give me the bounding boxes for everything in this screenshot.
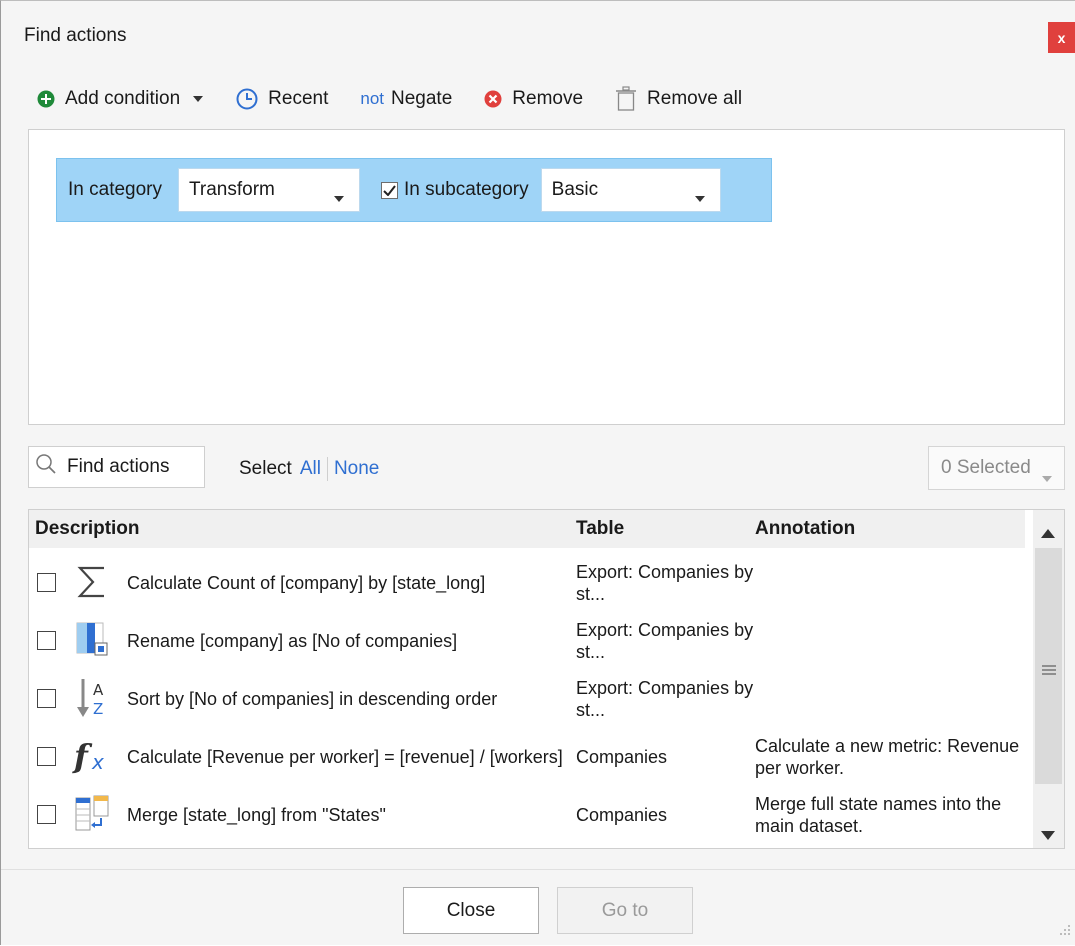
scroll-thumb[interactable] (1035, 548, 1062, 784)
recent-label: Recent (268, 88, 329, 109)
recent-button[interactable]: Recent (236, 88, 328, 110)
dialog-footer: Close Go to (1, 869, 1075, 946)
chevron-down-icon (1042, 466, 1052, 488)
row-description: Calculate Count of [company] by [state_l… (127, 573, 486, 593)
scroll-down-arrow-icon[interactable] (1041, 824, 1055, 846)
table-row[interactable]: Calculate Count of [company] by [state_l… (29, 554, 1033, 612)
row-description: Rename [company] as [No of companies] (127, 631, 458, 651)
add-condition-label: Add condition (65, 88, 181, 109)
row-description: Calculate [Revenue per worker] = [revenu… (127, 747, 563, 767)
table-row[interactable]: Rename [company] as [No of companies] Ex… (29, 612, 1033, 670)
chevron-down-icon (333, 187, 345, 209)
plus-circle-icon (37, 90, 55, 108)
row-checkbox[interactable] (37, 573, 56, 592)
select-none-link[interactable]: None (334, 458, 379, 480)
add-condition-button[interactable]: Add condition (37, 88, 204, 110)
selected-count: 0 Selected (941, 457, 1031, 478)
column-description[interactable]: Description (35, 518, 140, 540)
negate-button[interactable]: not Negate (360, 88, 452, 110)
category-label: In category (68, 179, 162, 200)
remove-all-label: Remove all (647, 88, 743, 109)
trash-icon (615, 86, 637, 112)
row-checkbox[interactable] (37, 631, 56, 650)
svg-text:x: x (91, 750, 104, 774)
row-description: Sort by [No of companies] in descending … (127, 689, 498, 709)
grip-icon (1042, 660, 1056, 682)
negate-label: Negate (391, 88, 453, 109)
column-annotation[interactable]: Annotation (755, 518, 855, 540)
grid-rows: Calculate Count of [company] by [state_l… (29, 554, 1033, 844)
remove-label: Remove (512, 88, 584, 109)
row-table: Companies (576, 805, 668, 825)
sort-az-icon: AZ (67, 676, 117, 720)
row-annotation: Merge full state names into the main dat… (755, 794, 1002, 836)
separator (326, 457, 328, 481)
subcategory-value: Basic (551, 179, 599, 200)
remove-circle-icon (484, 90, 502, 108)
not-prefix: not (360, 89, 384, 108)
subcategory-toggle[interactable]: In subcategory (381, 179, 529, 201)
function-icon: fx (67, 734, 117, 778)
row-annotation (755, 612, 1035, 670)
svg-text:f: f (72, 737, 93, 775)
remove-button[interactable]: Remove (484, 88, 583, 110)
table-row[interactable]: fx Calculate [Revenue per worker] = [rev… (29, 728, 1033, 786)
category-dropdown[interactable]: Transform (178, 168, 360, 212)
selected-count-dropdown[interactable]: 0 Selected (928, 446, 1065, 490)
category-value: Transform (189, 179, 275, 200)
scroll-up-arrow-icon[interactable] (1041, 522, 1055, 544)
row-annotation (755, 554, 1035, 612)
row-table: Export: Companies by st... (576, 562, 754, 604)
close-button[interactable]: Close (403, 887, 539, 934)
go-to-button[interactable]: Go to (557, 887, 693, 934)
condition-row[interactable]: In category Transform In subcategory Bas… (56, 158, 772, 222)
table-row[interactable]: Merge [state_long] from "States" Compani… (29, 786, 1033, 844)
sigma-icon (67, 560, 117, 604)
row-checkbox[interactable] (37, 689, 56, 708)
select-label: Select (239, 458, 292, 479)
subcategory-label: In subcategory (404, 179, 529, 200)
search-icon (35, 453, 57, 481)
close-window-button[interactable]: x (1048, 22, 1075, 53)
row-table: Export: Companies by st... (576, 620, 754, 662)
search-row: Find actions Select All None 0 Selected (28, 446, 1065, 490)
row-annotation (755, 670, 1035, 728)
find-actions-dialog: Find actions x Add condition Recent not … (0, 0, 1075, 945)
select-all-link[interactable]: All (300, 458, 321, 480)
conditions-panel: In category Transform In subcategory Bas… (28, 129, 1065, 425)
row-table: Companies (576, 747, 668, 767)
find-actions-label: Find actions (67, 456, 170, 477)
toolbar: Add condition Recent not Negate Remove R… (1, 73, 1075, 125)
row-description: Merge [state_long] from "States" (127, 805, 386, 825)
find-actions-button[interactable]: Find actions (28, 446, 205, 488)
svg-text:A: A (93, 681, 104, 699)
subcategory-checkbox[interactable] (381, 181, 398, 199)
rename-column-icon (67, 618, 117, 662)
chevron-down-icon (694, 187, 706, 209)
row-annotation: Calculate a new metric: Revenue per work… (755, 736, 1020, 778)
resize-grip-icon[interactable] (1059, 920, 1071, 942)
merge-icon (67, 792, 117, 836)
title-bar: Find actions x (1, 1, 1075, 73)
svg-text:Z: Z (93, 700, 103, 718)
select-group: Select All None (239, 457, 379, 481)
row-checkbox[interactable] (37, 805, 56, 824)
dialog-title: Find actions (24, 25, 127, 46)
remove-all-button[interactable]: Remove all (615, 86, 742, 112)
grid-header: Description Table Annotation (29, 510, 1025, 548)
chevron-down-icon (192, 95, 204, 103)
column-table[interactable]: Table (576, 518, 624, 540)
table-row[interactable]: AZ Sort by [No of companies] in descendi… (29, 670, 1033, 728)
vertical-scrollbar[interactable] (1033, 510, 1064, 848)
subcategory-dropdown[interactable]: Basic (540, 168, 721, 212)
actions-grid: Description Table Annotation Calculate C… (28, 509, 1065, 849)
clock-icon (236, 88, 258, 110)
row-table: Export: Companies by st... (576, 678, 754, 720)
row-checkbox[interactable] (37, 747, 56, 766)
